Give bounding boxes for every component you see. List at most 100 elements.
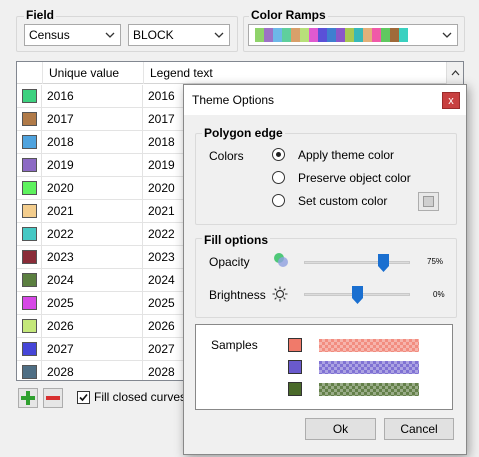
color-swatch[interactable] bbox=[22, 135, 37, 149]
ok-button[interactable]: Ok bbox=[305, 418, 376, 440]
legend-text-cell[interactable]: 2025 bbox=[144, 292, 175, 314]
field-combo[interactable]: BLOCK bbox=[128, 24, 230, 46]
ramp-color-segment bbox=[327, 28, 336, 42]
plus-icon bbox=[21, 391, 35, 405]
color-cell[interactable] bbox=[17, 246, 42, 268]
legend-text-cell[interactable]: 2026 bbox=[144, 315, 175, 337]
brightness-value: 0% bbox=[433, 290, 445, 299]
legend-text-cell[interactable]: 2024 bbox=[144, 269, 175, 291]
sample-swatch bbox=[288, 360, 302, 374]
color-swatch[interactable] bbox=[22, 181, 37, 195]
color-swatch[interactable] bbox=[22, 365, 37, 379]
unique-value-cell[interactable]: 2023 bbox=[43, 246, 143, 268]
source-combo-value: Census bbox=[29, 28, 70, 42]
apply-theme-color-label: Apply theme color bbox=[298, 148, 395, 162]
ramp-color-segment bbox=[372, 28, 381, 42]
unique-value-cell[interactable]: 2019 bbox=[43, 154, 143, 176]
color-cell[interactable] bbox=[17, 223, 42, 245]
samples-panel: Samples bbox=[195, 324, 453, 410]
opacity-slider-thumb[interactable] bbox=[378, 254, 389, 272]
column-header-legend-text[interactable]: Legend text bbox=[144, 62, 447, 84]
unique-value-cell[interactable]: 2022 bbox=[43, 223, 143, 245]
radio-preserve-object-color[interactable] bbox=[272, 171, 285, 184]
legend-text-cell[interactable]: 2021 bbox=[144, 200, 175, 222]
color-cell[interactable] bbox=[17, 131, 42, 153]
add-button[interactable] bbox=[18, 388, 38, 408]
legend-text-cell[interactable]: 2028 bbox=[144, 361, 175, 380]
legend-text-cell[interactable]: 2022 bbox=[144, 223, 175, 245]
field-combo-value: BLOCK bbox=[133, 28, 174, 42]
polygon-edge-title: Polygon edge bbox=[202, 126, 285, 140]
color-cell[interactable] bbox=[17, 338, 42, 360]
opacity-icon bbox=[274, 253, 288, 267]
color-ramps-title: Color Ramps bbox=[249, 8, 328, 22]
column-header-unique-value[interactable]: Unique value bbox=[43, 62, 144, 84]
dialog-titlebar[interactable]: Theme Options x bbox=[184, 85, 466, 115]
color-cell[interactable] bbox=[17, 269, 42, 291]
color-swatch[interactable] bbox=[22, 250, 37, 264]
ramp-color-segment bbox=[264, 28, 273, 42]
cancel-button[interactable]: Cancel bbox=[384, 418, 454, 440]
unique-value-cell[interactable]: 2025 bbox=[43, 292, 143, 314]
fill-closed-label: Fill closed curves bbox=[94, 390, 187, 404]
minus-icon bbox=[46, 396, 60, 400]
ramp-color-segment bbox=[300, 28, 309, 42]
color-swatch[interactable] bbox=[22, 296, 37, 310]
brightness-label: Brightness bbox=[209, 288, 266, 302]
color-swatch[interactable] bbox=[22, 273, 37, 287]
color-cell[interactable] bbox=[17, 177, 42, 199]
color-ramp-combo[interactable] bbox=[248, 24, 458, 46]
samples-label: Samples bbox=[211, 338, 258, 352]
remove-button[interactable] bbox=[43, 388, 63, 408]
fill-options-title: Fill options bbox=[202, 233, 270, 247]
color-cell[interactable] bbox=[17, 200, 42, 222]
unique-value-cell[interactable]: 2016 bbox=[43, 85, 143, 107]
color-swatch[interactable] bbox=[22, 204, 37, 218]
color-cell[interactable] bbox=[17, 315, 42, 337]
color-cell[interactable] bbox=[17, 108, 42, 130]
unique-value-cell[interactable]: 2026 bbox=[43, 315, 143, 337]
legend-text-cell[interactable]: 2016 bbox=[144, 85, 175, 107]
legend-text-cell[interactable]: 2019 bbox=[144, 154, 175, 176]
color-swatch[interactable] bbox=[22, 89, 37, 103]
color-swatch[interactable] bbox=[22, 112, 37, 126]
close-button[interactable]: x bbox=[442, 92, 460, 109]
scroll-up-button[interactable] bbox=[446, 62, 463, 84]
source-combo[interactable]: Census bbox=[24, 24, 121, 46]
opacity-label: Opacity bbox=[209, 255, 250, 269]
unique-value-cell[interactable]: 2024 bbox=[43, 269, 143, 291]
chevron-up-icon bbox=[451, 70, 459, 76]
custom-color-button[interactable] bbox=[418, 192, 439, 211]
legend-text-cell[interactable]: 2020 bbox=[144, 177, 175, 199]
preserve-object-color-label: Preserve object color bbox=[298, 171, 411, 185]
color-cell[interactable] bbox=[17, 85, 42, 107]
opacity-slider-track[interactable] bbox=[304, 261, 410, 264]
unique-value-cell[interactable]: 2020 bbox=[43, 177, 143, 199]
sample-swatch bbox=[288, 338, 302, 352]
color-swatch[interactable] bbox=[22, 319, 37, 333]
ramp-color-segment bbox=[354, 28, 363, 42]
ramp-color-segment bbox=[273, 28, 282, 42]
color-swatch[interactable] bbox=[22, 158, 37, 172]
unique-value-cell[interactable]: 2018 bbox=[43, 131, 143, 153]
color-swatch[interactable] bbox=[22, 227, 37, 241]
unique-value-cell[interactable]: 2017 bbox=[43, 108, 143, 130]
legend-text-cell[interactable]: 2023 bbox=[144, 246, 175, 268]
radio-set-custom-color[interactable] bbox=[272, 194, 285, 207]
chevron-down-icon bbox=[105, 32, 115, 38]
color-swatch[interactable] bbox=[22, 342, 37, 356]
unique-value-cell[interactable]: 2028 bbox=[43, 361, 143, 380]
color-cell[interactable] bbox=[17, 292, 42, 314]
legend-text-cell[interactable]: 2017 bbox=[144, 108, 175, 130]
dialog-title: Theme Options bbox=[192, 93, 275, 107]
brightness-slider-thumb[interactable] bbox=[351, 286, 363, 304]
unique-value-cell[interactable]: 2027 bbox=[43, 338, 143, 360]
legend-text-cell[interactable]: 2027 bbox=[144, 338, 175, 360]
color-cell[interactable] bbox=[17, 361, 42, 380]
legend-text-cell[interactable]: 2018 bbox=[144, 131, 175, 153]
sample-fill-preview bbox=[319, 383, 419, 396]
fill-closed-checkbox[interactable] bbox=[77, 391, 90, 404]
radio-apply-theme-color[interactable] bbox=[272, 148, 285, 161]
color-cell[interactable] bbox=[17, 154, 42, 176]
unique-value-cell[interactable]: 2021 bbox=[43, 200, 143, 222]
